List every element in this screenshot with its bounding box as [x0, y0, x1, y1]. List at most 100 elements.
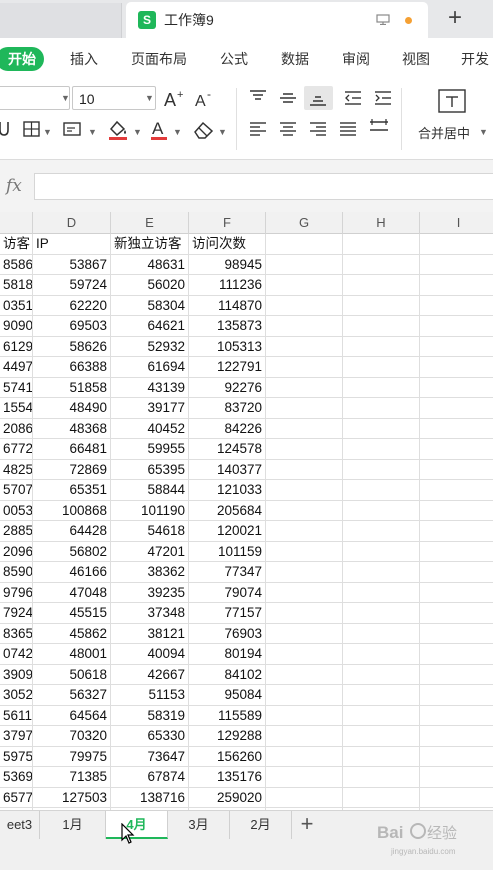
fx-icon[interactable]: fx [6, 176, 22, 196]
column-header-f[interactable]: F [189, 212, 266, 234]
table-cell[interactable]: 4497 [0, 357, 33, 378]
table-cell[interactable]: 73647 [111, 746, 189, 767]
table-cell[interactable] [266, 767, 343, 788]
table-cell[interactable]: 8586 [0, 254, 33, 275]
chevron-down-icon[interactable]: ▼ [173, 127, 182, 137]
table-cell[interactable]: 39235 [111, 582, 189, 603]
table-cell[interactable]: 101190 [111, 500, 189, 521]
table-cell[interactable] [420, 460, 493, 480]
tab-page-layout[interactable]: 页面布局 [131, 51, 187, 67]
table-cell[interactable]: 1554 [0, 398, 33, 419]
sheet-tab-march[interactable]: 3月 [168, 811, 230, 839]
chevron-down-icon[interactable]: ▼ [479, 127, 488, 137]
table-cell[interactable]: 6577 [0, 787, 33, 808]
table-cell[interactable]: 48631 [111, 254, 189, 275]
table-cell[interactable]: 105313 [189, 336, 266, 357]
column-header-e[interactable]: E [111, 212, 189, 234]
table-cell[interactable] [420, 726, 493, 747]
table-cell[interactable] [266, 439, 343, 460]
table-cell[interactable]: 2885 [0, 521, 33, 542]
table-cell[interactable] [266, 398, 343, 419]
table-cell[interactable] [343, 336, 420, 357]
header-cell[interactable] [420, 234, 493, 255]
table-cell[interactable]: 5818 [0, 275, 33, 296]
tab-formulas[interactable]: 公式 [220, 51, 248, 67]
table-cell[interactable]: 64621 [111, 316, 189, 337]
table-cell[interactable]: 79074 [189, 582, 266, 603]
table-cell[interactable]: 56802 [33, 541, 111, 562]
table-cell[interactable] [343, 623, 420, 644]
table-cell[interactable] [420, 706, 493, 726]
new-tab-button[interactable]: + [440, 6, 470, 32]
table-cell[interactable]: 138716 [111, 787, 189, 808]
table-cell[interactable]: 9796 [0, 582, 33, 603]
borders-icon[interactable] [22, 120, 42, 138]
decrease-indent-icon[interactable] [343, 89, 363, 107]
table-cell[interactable]: 2096 [0, 541, 33, 562]
table-cell[interactable]: 45515 [33, 603, 111, 624]
tab-data[interactable]: 数据 [281, 51, 309, 67]
column-header-c[interactable] [0, 212, 33, 234]
column-header-d[interactable]: D [33, 212, 111, 234]
table-cell[interactable]: 58626 [33, 336, 111, 357]
table-cell[interactable]: 62220 [33, 295, 111, 316]
increase-font-icon[interactable]: A + [163, 88, 187, 110]
table-cell[interactable]: 58844 [111, 480, 189, 501]
merge-center-icon[interactable] [437, 88, 467, 114]
header-cell[interactable] [266, 234, 343, 255]
table-cell[interactable]: 0053 [0, 500, 33, 521]
table-cell[interactable]: 67874 [111, 767, 189, 788]
table-cell[interactable] [266, 316, 343, 337]
sheet-tab-february[interactable]: 2月 [230, 811, 292, 839]
align-middle-icon[interactable] [278, 89, 298, 107]
table-cell[interactable]: 69503 [33, 316, 111, 337]
table-cell[interactable] [266, 521, 343, 542]
table-cell[interactable] [266, 377, 343, 398]
table-cell[interactable]: 129288 [189, 726, 266, 747]
table-cell[interactable] [420, 439, 493, 460]
font-color-icon[interactable]: A [150, 118, 170, 142]
table-cell[interactable]: 48368 [33, 418, 111, 439]
table-cell[interactable]: 98945 [189, 254, 266, 275]
table-cell[interactable] [343, 459, 420, 480]
table-cell[interactable]: 47048 [33, 582, 111, 603]
table-cell[interactable] [266, 787, 343, 808]
table-cell[interactable] [266, 603, 343, 624]
table-cell[interactable]: 259020 [189, 787, 266, 808]
chevron-down-icon[interactable]: ▼ [133, 127, 142, 137]
table-cell[interactable]: 2086 [0, 418, 33, 439]
table-cell[interactable] [266, 480, 343, 501]
table-cell[interactable] [420, 419, 493, 439]
table-cell[interactable]: 135873 [189, 316, 266, 337]
table-cell[interactable]: 48490 [33, 398, 111, 419]
tab-review[interactable]: 审阅 [342, 51, 370, 67]
table-cell[interactable] [343, 787, 420, 808]
table-cell[interactable]: 50618 [33, 664, 111, 685]
table-cell[interactable] [343, 398, 420, 419]
monitor-icon[interactable] [376, 14, 390, 25]
table-cell[interactable] [343, 377, 420, 398]
table-cell[interactable]: 71385 [33, 767, 111, 788]
table-cell[interactable] [420, 480, 493, 501]
table-cell[interactable]: 80194 [189, 644, 266, 665]
table-cell[interactable] [420, 255, 493, 275]
table-cell[interactable]: 53867 [33, 254, 111, 275]
table-cell[interactable]: 135176 [189, 767, 266, 788]
table-cell[interactable] [343, 316, 420, 337]
table-cell[interactable]: 140377 [189, 459, 266, 480]
table-cell[interactable]: 5975 [0, 746, 33, 767]
table-cell[interactable]: 9090 [0, 316, 33, 337]
table-cell[interactable]: 42667 [111, 664, 189, 685]
cell-style-icon[interactable] [62, 120, 84, 138]
justify-icon[interactable] [338, 120, 358, 138]
table-cell[interactable]: 56020 [111, 275, 189, 296]
table-cell[interactable]: 65395 [111, 459, 189, 480]
table-cell[interactable] [343, 644, 420, 665]
align-bottom-icon[interactable] [308, 89, 328, 107]
table-cell[interactable] [266, 582, 343, 603]
table-cell[interactable]: 4825 [0, 459, 33, 480]
table-cell[interactable]: 84226 [189, 418, 266, 439]
chevron-down-icon[interactable]: ▼ [218, 127, 227, 137]
add-sheet-button[interactable]: + [294, 811, 320, 839]
table-cell[interactable] [420, 788, 493, 808]
